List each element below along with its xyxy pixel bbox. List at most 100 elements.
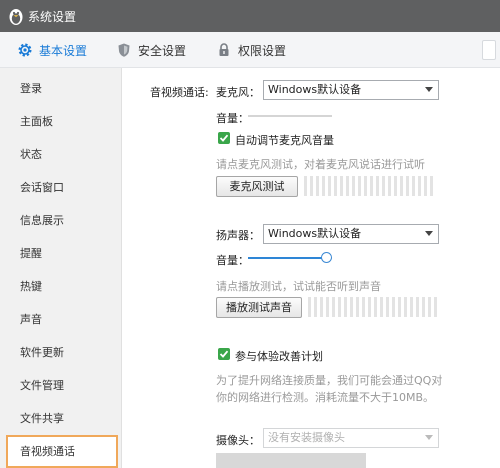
mic-test-button-label: 麦克风测试: [229, 180, 285, 193]
meter-bar: [374, 297, 377, 317]
sidebar-item-chat-window[interactable]: 会话窗口: [0, 171, 122, 204]
slider-thumb[interactable]: [321, 252, 332, 263]
camera-label: 摄像头：: [216, 434, 260, 447]
improvement-description-line1: 为了提升网络连接质量，我们可能会通过QQ对: [216, 374, 443, 387]
chevron-down-icon: [425, 87, 433, 92]
window-title: 系统设置: [28, 10, 77, 24]
meter-bar: [328, 176, 331, 196]
meter-bar: [320, 297, 323, 317]
meter-bar: [346, 176, 349, 196]
meter-bar: [392, 297, 395, 317]
meter-bar: [332, 297, 335, 317]
speaker-volume-slider[interactable]: [248, 252, 332, 264]
sidebar-item-label: 主面板: [20, 115, 53, 128]
sidebar-item-main-panel[interactable]: 主面板: [0, 105, 122, 138]
sidebar-item-label: 状态: [20, 148, 42, 161]
speaker-device-select[interactable]: Windows默认设备: [263, 224, 439, 244]
sidebar-item-label: 音视频通话: [20, 445, 75, 458]
meter-bar: [394, 176, 397, 196]
meter-bar: [352, 176, 355, 196]
title-bar: 系统设置: [0, 0, 500, 32]
speaker-test-hint: 请点播放测试，试试能否听到声音: [216, 280, 381, 293]
meter-bar: [340, 176, 343, 196]
meter-bar: [398, 297, 401, 317]
lock-icon: [216, 42, 232, 58]
av-settings-panel: 音视频通话: 麦克风： Windows默认设备 音量： 自动调节麦克风音量 请点…: [122, 68, 500, 468]
sidebar-item-software-update[interactable]: 软件更新: [0, 336, 122, 369]
meter-bar: [334, 176, 337, 196]
mic-volume-slider[interactable]: [248, 110, 332, 122]
sidebar-item-reminders[interactable]: 提醒: [0, 237, 122, 270]
mic-test-button[interactable]: 麦克风测试: [216, 176, 298, 197]
meter-bar: [316, 176, 319, 196]
sidebar-item-info-display[interactable]: 信息展示: [0, 204, 122, 237]
meter-bar: [338, 297, 341, 317]
camera-preview: [216, 453, 366, 468]
meter-bar: [434, 297, 437, 317]
av-section-label: 音视频通话:: [150, 86, 209, 99]
tab-basic-settings[interactable]: 基本设置: [17, 32, 87, 68]
camera-device-select[interactable]: 没有安装摄像头: [263, 428, 439, 448]
meter-bar: [386, 297, 389, 317]
meter-bar: [400, 176, 403, 196]
settings-sidebar: 登录 主面板 状态 会话窗口 信息展示 提醒 热键 声音 软件更新 文件管理 文…: [0, 68, 122, 468]
meter-bar: [430, 176, 433, 196]
checkmark-icon: [219, 134, 229, 142]
meter-bar: [406, 176, 409, 196]
sidebar-item-status[interactable]: 状态: [0, 138, 122, 171]
sidebar-item-sound[interactable]: 声音: [0, 303, 122, 336]
meter-bar: [326, 297, 329, 317]
sidebar-item-label: 信息展示: [20, 214, 64, 227]
gear-icon: [17, 42, 33, 58]
tab-label: 权限设置: [238, 43, 287, 58]
tab-label: 基本设置: [39, 43, 88, 58]
sidebar-item-file-sharing[interactable]: 文件共享: [0, 402, 122, 435]
chevron-down-icon: [425, 231, 433, 236]
meter-bar: [404, 297, 407, 317]
meter-bar: [314, 297, 317, 317]
shield-icon: [116, 42, 132, 58]
auto-adjust-mic-checkbox[interactable]: [218, 132, 230, 144]
mic-device-value: Windows默认设备: [268, 83, 362, 96]
sidebar-item-hotkeys[interactable]: 热键: [0, 270, 122, 303]
tab-permission-settings[interactable]: 权限设置: [216, 32, 286, 68]
chevron-down-icon: [425, 435, 433, 440]
sidebar-item-label: 热键: [20, 280, 42, 293]
meter-bar: [370, 176, 373, 196]
sidebar-item-file-management[interactable]: 文件管理: [0, 369, 122, 402]
sidebar-item-label: 登录: [20, 82, 42, 95]
sidebar-item-label: 软件更新: [20, 346, 64, 359]
sidebar-item-label: 会话窗口: [20, 181, 64, 194]
mic-test-hint: 请点麦克风测试，对着麦克风说话进行试听: [216, 158, 425, 171]
sidebar-item-login[interactable]: 登录: [0, 72, 122, 105]
meter-bar: [310, 176, 313, 196]
meter-bar: [358, 176, 361, 196]
mic-label: 麦克风：: [216, 86, 260, 99]
auto-adjust-mic-label: 自动调节麦克风音量: [235, 134, 334, 147]
speaker-label: 扬声器：: [216, 229, 260, 242]
sidebar-item-label: 文件管理: [20, 379, 64, 392]
sidebar-item-label: 文件共享: [20, 412, 64, 425]
sidebar-item-label: 提醒: [20, 247, 42, 260]
mic-level-meter: [304, 176, 433, 196]
mic-device-select[interactable]: Windows默认设备: [263, 80, 439, 100]
mic-volume-label: 音量：: [216, 112, 249, 125]
checkmark-icon: [219, 350, 229, 358]
speaker-device-value: Windows默认设备: [268, 227, 362, 240]
meter-bar: [410, 297, 413, 317]
speaker-test-button-label: 播放测试声音: [226, 301, 292, 314]
meter-bar: [364, 176, 367, 196]
meter-bar: [362, 297, 365, 317]
speaker-test-button[interactable]: 播放测试声音: [216, 297, 302, 318]
improvement-program-checkbox[interactable]: [218, 348, 230, 360]
meter-bar: [416, 297, 419, 317]
tab-security-settings[interactable]: 安全设置: [116, 32, 186, 68]
speaker-volume-label: 音量：: [216, 254, 249, 267]
meter-bar: [412, 176, 415, 196]
meter-bar: [428, 297, 431, 317]
tab-scroll-button[interactable]: [482, 40, 496, 60]
improvement-description-line2: 你的网络进行检测。消耗流量不大于10MB。: [216, 391, 435, 404]
meter-bar: [344, 297, 347, 317]
meter-bar: [380, 297, 383, 317]
sidebar-item-av-call[interactable]: 音视频通话: [6, 435, 118, 468]
